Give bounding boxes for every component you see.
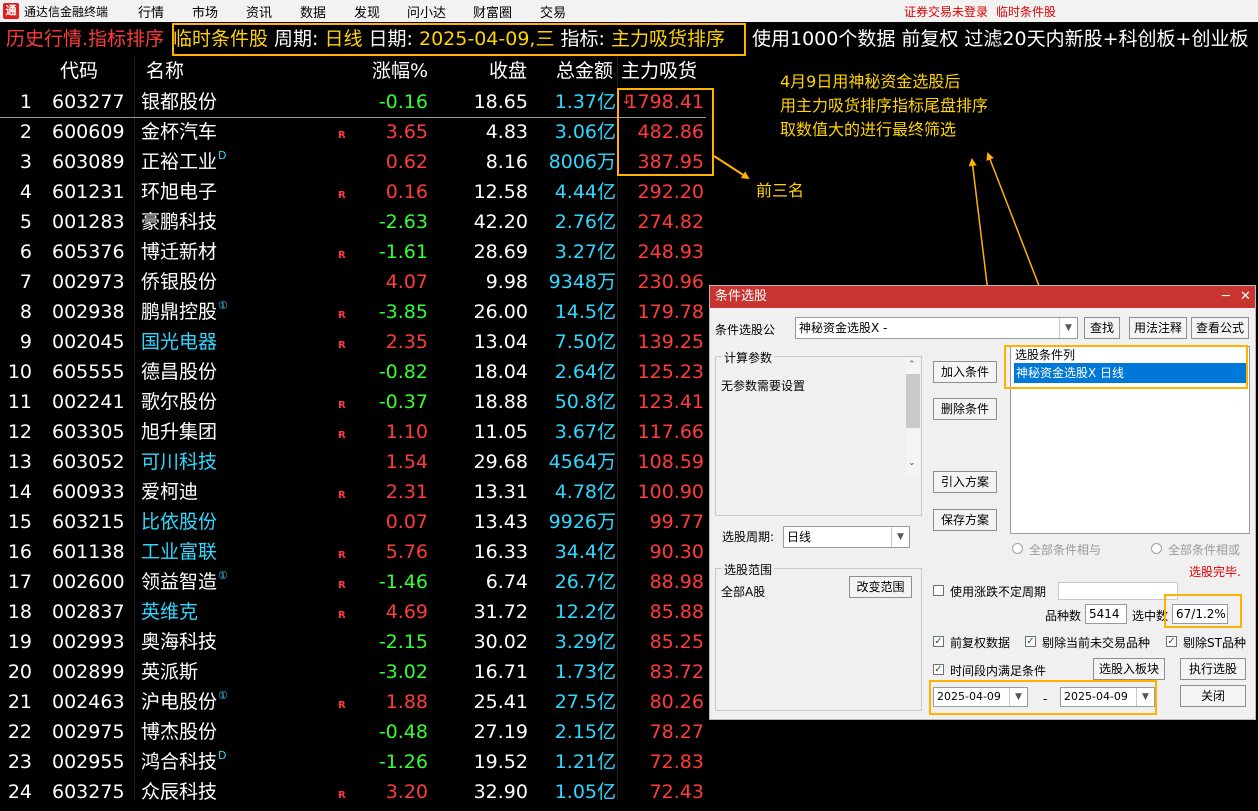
scroll-down-icon[interactable]: ⌄ [908,458,916,468]
params-scrollbar[interactable]: ⌃ ⌄ [906,358,920,476]
selected-label: 选中数 [1132,609,1169,623]
formula-select[interactable]: 神秘资金选股X - ▼ [795,317,1078,339]
dialog-titlebar[interactable]: 条件选股 ─ ✕ [710,286,1255,308]
time-range-label: 时间段内满足条件 [950,664,1047,678]
variable-period-label: 使用涨跌不定周期 [950,585,1047,599]
radio-all-or[interactable] [1151,543,1162,554]
save-plan-button[interactable]: 保存方案 [933,509,997,531]
close-icon[interactable]: ✕ [1240,286,1251,308]
exclude-st-checkbox[interactable]: ✓ [1166,636,1177,647]
time-range-checkbox[interactable]: ✓ [933,664,944,675]
usage-notes-button[interactable]: 用法注释 [1129,317,1187,339]
execute-button[interactable]: 执行选股 [1180,658,1246,680]
range-value: 全部A股 [721,585,766,599]
selected-count-highlight-box [1164,594,1242,628]
variable-period-checkbox[interactable] [933,585,944,596]
exclude-st-label: 剔除ST品种 [1183,636,1246,650]
radio-all-and[interactable] [1012,543,1023,554]
exclude-untraded-checkbox[interactable]: ✓ [1025,636,1036,647]
variable-period-input[interactable] [1058,582,1178,600]
add-to-block-button[interactable]: 选股入板块 [1093,658,1165,680]
import-plan-button[interactable]: 引入方案 [933,471,997,493]
delete-condition-button[interactable]: 删除条件 [933,398,997,420]
params-title: 计算参数 [722,349,775,366]
scroll-thumb[interactable] [906,374,920,428]
chevron-down-icon[interactable]: ▼ [1059,318,1077,338]
radio-all-or-label: 全部条件相或 [1168,543,1241,557]
close-button[interactable]: 关闭 [1180,685,1246,707]
count-value: 5414 [1085,604,1127,624]
adjust-checkbox[interactable]: ✓ [933,636,944,647]
scroll-up-icon[interactable]: ⌃ [908,360,916,370]
period-select[interactable]: 日线 ▼ [783,526,910,548]
count-label: 品种数 [1045,609,1082,623]
adjust-label: 前复权数据 [950,636,1011,650]
find-button[interactable]: 查找 [1084,317,1120,339]
change-range-button[interactable]: 改变范围 [849,576,912,598]
formula-label: 条件选股公 [715,323,776,337]
range-group: 选股范围 全部A股 改变范围 [715,561,922,711]
add-condition-button[interactable]: 加入条件 [933,361,997,383]
params-group: 计算参数 无参数需要设置 ⌃ ⌄ 选股周期: [715,349,922,544]
radio-all-and-label: 全部条件相与 [1029,543,1102,557]
view-formula-button[interactable]: 查看公式 [1191,317,1249,339]
condition-list-highlight-box [1004,345,1248,389]
dialog-title: 条件选股 [715,289,768,304]
formula-value: 神秘资金选股X - [799,321,888,335]
period-select-value: 日线 [787,530,812,544]
params-text: 无参数需要设置 [721,379,806,393]
range-title: 选股范围 [722,561,775,578]
chevron-down-icon[interactable]: ▼ [891,527,909,547]
arrow-to-top3 [713,155,750,180]
date-range-highlight-box [929,680,1157,715]
status-text: 选股完毕. [1189,565,1241,579]
minimize-icon[interactable]: ─ [1222,286,1230,308]
exclude-untraded-label: 剔除当前未交易品种 [1042,636,1151,650]
period-label: 选股周期: [722,530,775,544]
